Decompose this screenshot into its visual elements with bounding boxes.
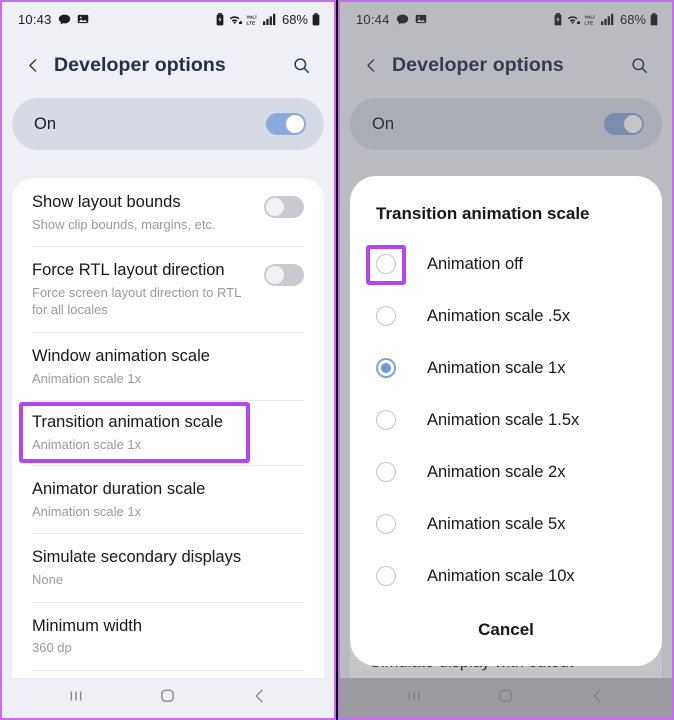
status-bar-right: VoLl LTE 68% bbox=[216, 12, 320, 27]
list-item-subtitle: Animation scale 1x bbox=[32, 436, 142, 452]
radio-option-selected[interactable]: Animation scale 1x bbox=[350, 342, 662, 394]
list-item-subtitle: Animation scale 1x bbox=[32, 370, 142, 386]
radio-option[interactable]: Animation scale .5x bbox=[350, 290, 662, 342]
phone-screen-left: 10:43 VoLl LTE 68% Developer options On … bbox=[0, 0, 336, 720]
signal-bars-icon bbox=[262, 13, 276, 26]
radio-option[interactable]: Animation scale 10x bbox=[350, 550, 662, 602]
battery-saver-icon bbox=[216, 12, 224, 26]
svg-text:LTE: LTE bbox=[246, 20, 256, 26]
switch-knob bbox=[266, 198, 284, 216]
radio-button[interactable] bbox=[376, 514, 396, 534]
system-navigation-bar bbox=[2, 678, 334, 718]
list-item-title: Animator duration scale bbox=[32, 480, 206, 499]
list-item-switch[interactable] bbox=[264, 264, 304, 287]
radio-option-label: Animation scale .5x bbox=[427, 306, 571, 325]
recents-icon[interactable] bbox=[67, 687, 85, 710]
radio-option-label: Animation scale 1.5x bbox=[427, 410, 580, 429]
list-item-switch[interactable] bbox=[264, 196, 304, 218]
volte-icon: VoLl LTE bbox=[246, 13, 259, 26]
radio-option-label: Animation scale 5x bbox=[427, 514, 566, 533]
battery-percent: 68% bbox=[281, 11, 308, 27]
message-bubble-icon bbox=[58, 13, 71, 26]
radio-button[interactable] bbox=[376, 358, 396, 378]
cancel-button[interactable]: Cancel bbox=[350, 606, 662, 666]
radio-button[interactable] bbox=[376, 254, 396, 274]
list-item-subtitle: 360 dp bbox=[32, 640, 72, 656]
radio-option[interactable]: Animation scale 5x bbox=[350, 498, 662, 550]
dialog-options-list: Animation off Animation scale .5x Animat… bbox=[350, 238, 662, 606]
list-item[interactable]: Simulate secondary displays None bbox=[12, 533, 324, 601]
radio-option-label: Animation scale 2x bbox=[427, 462, 566, 481]
radio-button[interactable] bbox=[376, 306, 396, 326]
list-item-title: Window animation scale bbox=[32, 346, 210, 365]
list-item-subtitle: Force screen layout direction to RTL for… bbox=[32, 284, 241, 318]
list-item-title: Minimum width bbox=[32, 616, 143, 635]
svg-text:VoLl: VoLl bbox=[246, 14, 256, 20]
master-toggle-switch[interactable] bbox=[266, 113, 306, 135]
list-item-partial[interactable]: Simulate display with cutout bbox=[12, 669, 324, 678]
phone-screen-right: 10:44 VoLl LTE 68% Developer options On … bbox=[338, 0, 674, 720]
status-bar: 10:43 VoLl LTE 68% bbox=[2, 2, 334, 36]
list-item-title: Simulate secondary displays bbox=[32, 548, 242, 567]
radio-button[interactable] bbox=[376, 566, 396, 586]
radio-button[interactable] bbox=[376, 410, 396, 430]
status-bar-left: 10:43 bbox=[18, 12, 89, 27]
radio-button[interactable] bbox=[376, 462, 396, 482]
list-item-subtitle: None bbox=[32, 572, 64, 588]
dialog-title: Transition animation scale bbox=[376, 204, 590, 223]
radio-option-label: Animation scale 10x bbox=[427, 566, 575, 585]
transition-animation-scale-dialog: Transition animation scale Animation off… bbox=[350, 176, 662, 666]
list-item[interactable]: Animator duration scale Animation scale … bbox=[12, 465, 324, 533]
page-title: Developer options bbox=[54, 53, 226, 76]
switch-knob bbox=[266, 266, 284, 285]
list-item-transition-animation-scale[interactable]: Transition animation scale Animation sca… bbox=[12, 400, 324, 465]
list-item-title: Transition animation scale bbox=[32, 413, 224, 432]
settings-list-card: Show layout bounds Show clip bounds, mar… bbox=[12, 178, 324, 678]
radio-option-label: Animation off bbox=[427, 254, 524, 273]
radio-option-animation-off[interactable]: Animation off bbox=[350, 238, 662, 290]
list-item[interactable]: Show layout bounds Show clip bounds, mar… bbox=[12, 178, 324, 246]
back-chevron-icon[interactable] bbox=[18, 50, 48, 80]
app-bar: Developer options bbox=[2, 36, 334, 94]
radio-option-label: Animation scale 1x bbox=[427, 358, 566, 377]
screenshot-pair: 10:43 VoLl LTE 68% Developer options On … bbox=[0, 0, 674, 720]
list-item-title: Force RTL layout direction bbox=[32, 261, 225, 280]
list-item[interactable]: Minimum width 360 dp bbox=[12, 601, 324, 670]
radio-option[interactable]: Animation scale 2x bbox=[350, 446, 662, 498]
list-item-subtitle: Show clip bounds, margins, etc. bbox=[32, 216, 216, 232]
status-time: 10:43 bbox=[18, 11, 52, 27]
home-icon[interactable] bbox=[158, 686, 177, 710]
wifi-icon bbox=[228, 13, 243, 26]
gallery-icon bbox=[77, 13, 89, 25]
list-item[interactable]: Window animation scale Animation scale 1… bbox=[12, 331, 324, 400]
master-toggle-label: On bbox=[34, 114, 57, 133]
list-item[interactable]: Force RTL layout direction Force screen … bbox=[12, 246, 324, 332]
radio-option[interactable]: Animation scale 1.5x bbox=[350, 394, 662, 446]
switch-knob bbox=[286, 115, 304, 133]
list-item-title: Show layout bounds bbox=[32, 193, 181, 211]
back-icon[interactable] bbox=[251, 687, 269, 710]
battery-icon bbox=[312, 12, 320, 26]
list-item-subtitle: Animation scale 1x bbox=[32, 503, 142, 519]
search-icon[interactable] bbox=[286, 50, 316, 80]
developer-options-master-toggle-row[interactable]: On bbox=[12, 98, 324, 150]
